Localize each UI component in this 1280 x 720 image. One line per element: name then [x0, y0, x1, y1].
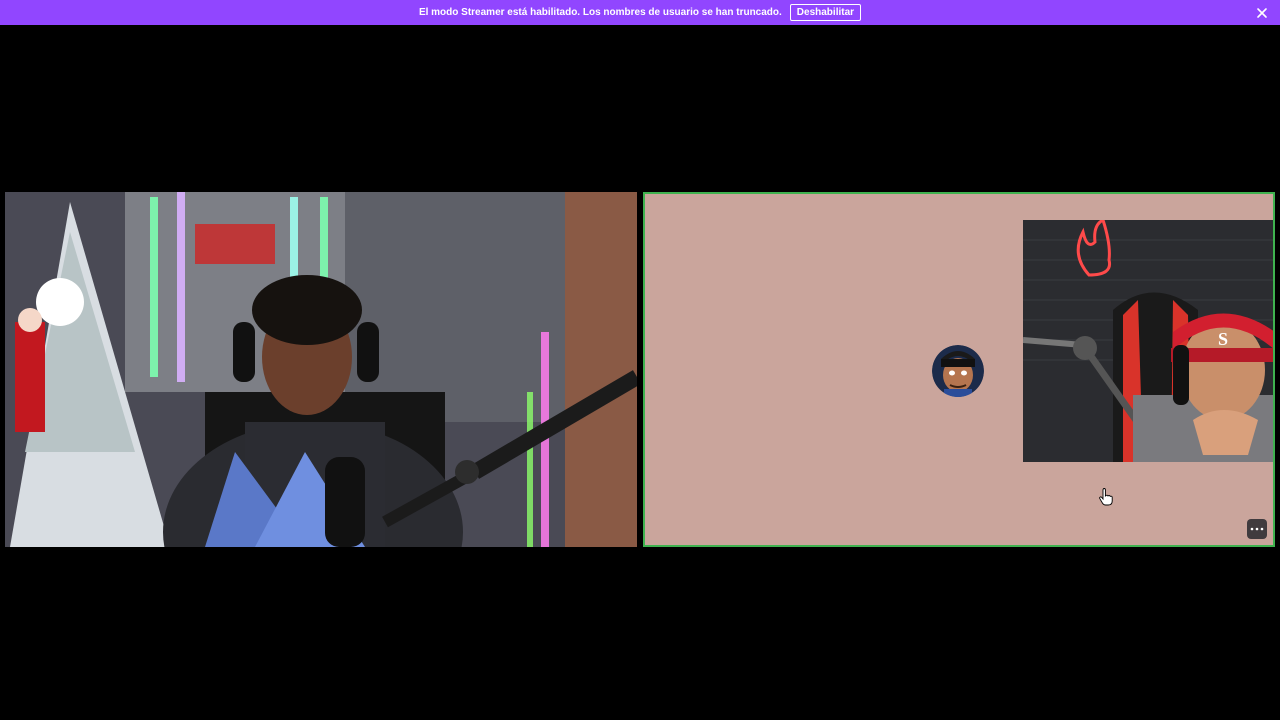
- close-icon[interactable]: [1254, 5, 1270, 21]
- disable-streamer-mode-button[interactable]: Deshabilitar: [789, 4, 862, 21]
- participant-tile-right[interactable]: S: [643, 192, 1275, 547]
- more-options-button[interactable]: [1247, 519, 1267, 539]
- banner-message: El modo Streamer está habilitado. Los no…: [418, 7, 782, 18]
- hand-cursor-icon: [1099, 488, 1113, 506]
- participant-avatar: [932, 345, 984, 397]
- picture-in-picture-stream[interactable]: S: [1023, 220, 1273, 462]
- svg-text:S: S: [1218, 329, 1228, 349]
- participant-video-left: [5, 192, 637, 547]
- participant-video-tile-left[interactable]: [5, 192, 637, 547]
- streamer-mode-banner: El modo Streamer está habilitado. Los no…: [0, 0, 1280, 25]
- pip-stream-video: S: [1023, 220, 1273, 462]
- more-options-icon: [1250, 527, 1264, 531]
